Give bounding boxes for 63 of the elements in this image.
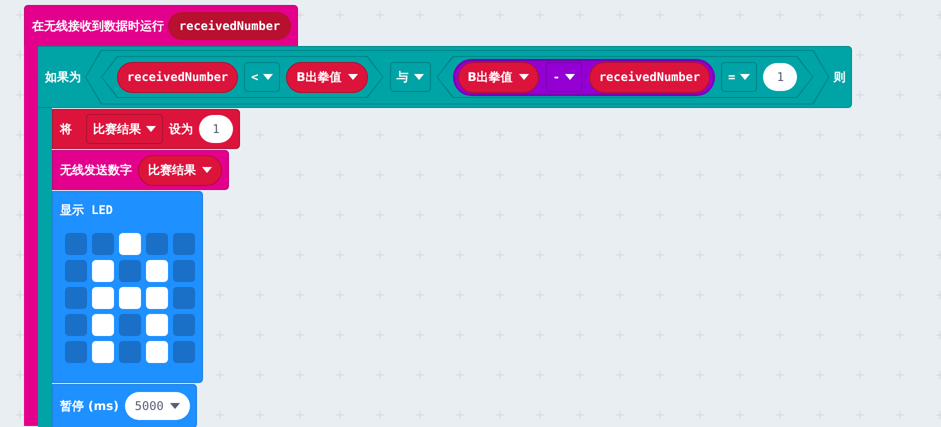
if-block[interactable]: 如果为 receivedNumber < B出拳值 与 B出拳值 - receivedNumber = 1 则 [38,46,852,108]
led-cell[interactable] [119,287,141,309]
compare-block[interactable]: B出拳值 - receivedNumber = 1 [436,56,814,98]
led-cell[interactable] [173,260,195,282]
led-cell[interactable] [65,314,87,336]
led-cell[interactable] [173,341,195,363]
variable-pill[interactable]: 比赛结果 [138,154,222,186]
led-cell[interactable] [65,341,87,363]
caret-icon [564,74,575,80]
led-cell[interactable] [92,287,114,309]
led-cell[interactable] [173,314,195,336]
led-cell[interactable] [92,314,114,336]
caret-icon [202,167,212,173]
set-variable-block[interactable]: 将 比赛结果 设为 1 [52,109,240,149]
caret-icon [170,403,180,409]
caret-icon [263,74,274,80]
pause-block[interactable]: 暂停 (ms) 5000 [52,384,197,427]
caret-icon [146,126,156,132]
led-cell[interactable] [65,233,87,255]
block-label: 在无线接收到数据时运行 [32,18,164,34]
radio-send-block[interactable]: 无线发送数字 比赛结果 [52,150,229,190]
led-cell[interactable] [119,233,141,255]
caret-icon [740,74,750,80]
block-label: 显示 LED [60,202,114,219]
event-block[interactable]: 在无线接收到数据时运行 receivedNumber [24,5,298,46]
duration-dropdown[interactable]: 5000 [124,392,190,420]
block-label: 将 [60,120,72,138]
compare-block[interactable]: receivedNumber < B出拳值 [101,56,384,98]
block-label: 如果为 [45,68,81,86]
led-cell[interactable] [173,233,195,255]
led-cell[interactable] [92,233,114,255]
led-cell[interactable] [119,341,141,363]
variable-pill[interactable]: receivedNumber [117,62,238,92]
led-cell[interactable] [119,260,141,282]
caret-icon [414,74,424,80]
logic-block[interactable]: receivedNumber < B出拳值 与 B出拳值 - receivedNumber = 1 [85,50,830,104]
led-cell[interactable] [146,314,168,336]
led-cell[interactable] [173,287,195,309]
math-block[interactable]: B出拳值 - receivedNumber [452,58,716,96]
variable-pill[interactable]: B出拳值 [286,62,368,92]
led-cell[interactable] [146,260,168,282]
led-cell[interactable] [92,260,114,282]
led-cell[interactable] [146,287,168,309]
led-cell[interactable] [65,287,87,309]
block-label: 无线发送数字 [60,162,132,178]
block-label: 则 [833,68,846,86]
variable-pill[interactable]: receivedNumber [588,62,710,92]
caret-icon [518,74,529,80]
led-cell[interactable] [65,260,87,282]
parameter-pill[interactable]: receivedNumber [168,12,292,40]
led-cell[interactable] [119,314,141,336]
number-field[interactable]: 1 [199,115,233,143]
number-field[interactable]: 1 [763,63,798,91]
block-label: 暂停 (ms) [60,398,119,414]
caret-icon [348,74,358,80]
variable-dropdown[interactable]: 比赛结果 [86,114,163,144]
led-cell[interactable] [146,233,168,255]
show-leds-block[interactable]: 显示 LED [52,191,203,383]
block-label: 设为 [169,120,193,138]
operator-dropdown[interactable]: - [546,62,582,92]
led-cell[interactable] [92,341,114,363]
led-cell[interactable] [146,341,168,363]
variable-pill[interactable]: B出拳值 [458,62,539,92]
